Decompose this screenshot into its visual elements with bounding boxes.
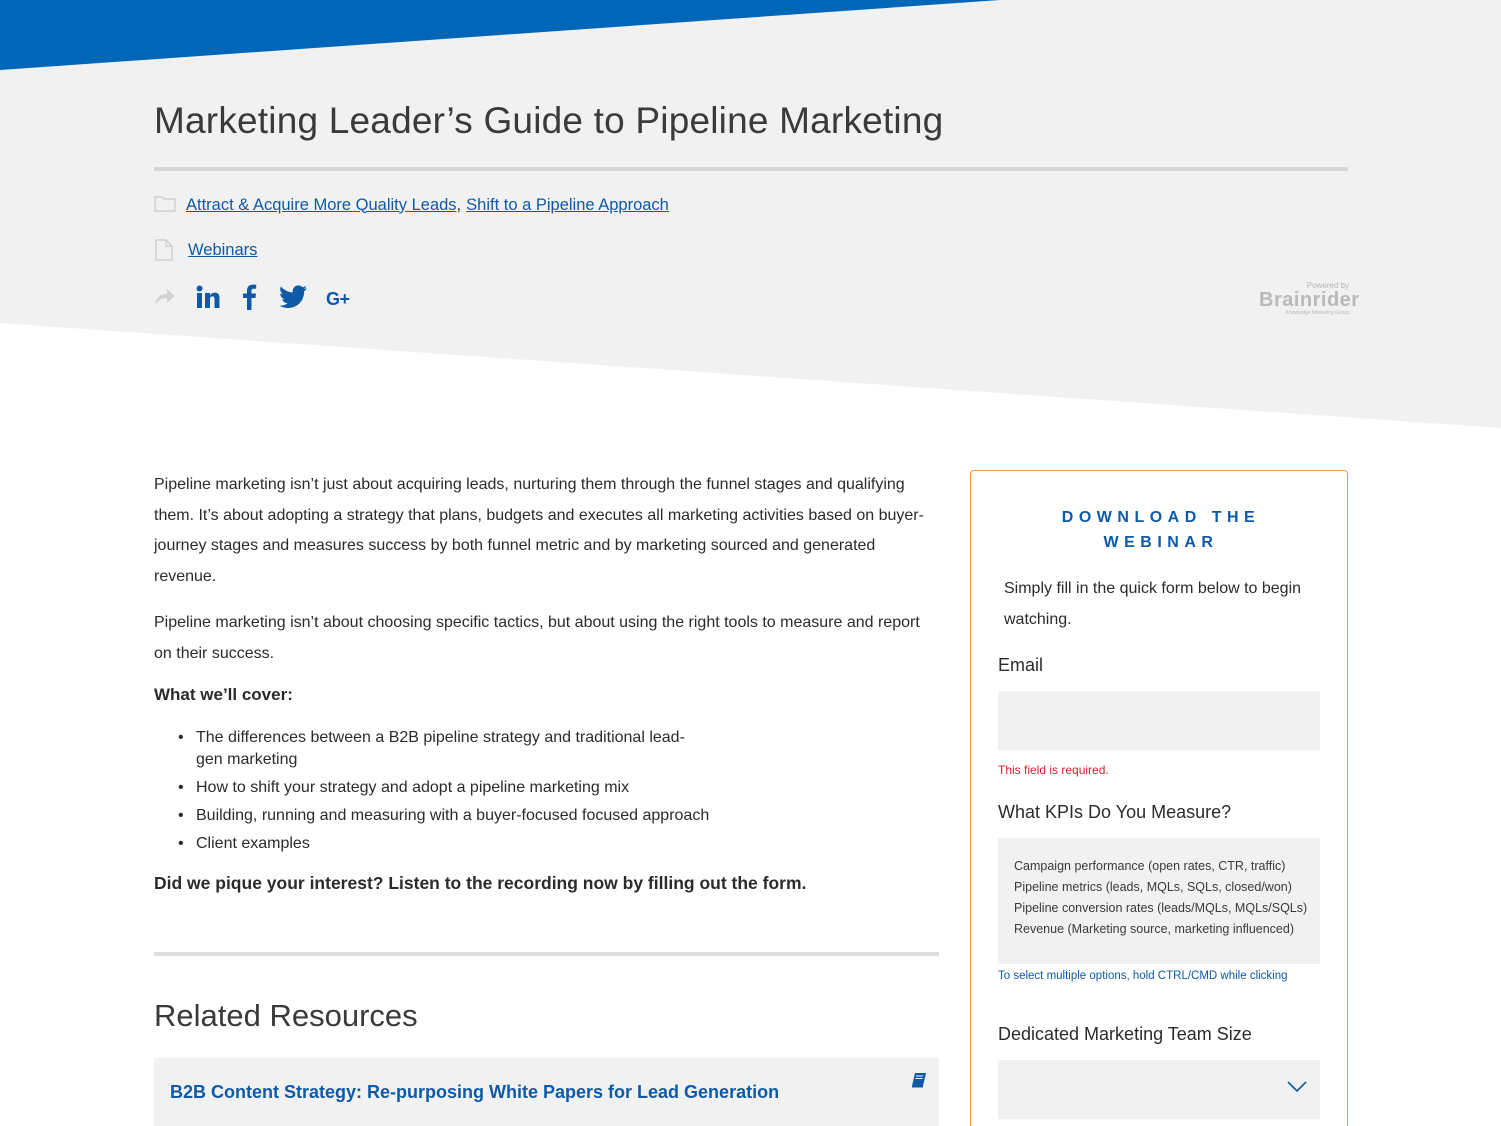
list-item: Client examples bbox=[178, 833, 698, 855]
twitter-icon[interactable] bbox=[279, 285, 308, 314]
type-link-webinars[interactable]: Webinars bbox=[188, 241, 257, 260]
kpi-help-text: To select multiple options, hold CTRL/CM… bbox=[998, 970, 1288, 982]
brand-logo: Powered by Brainrider Knowledge Marketin… bbox=[1259, 281, 1360, 316]
email-error-message: This field is required. bbox=[998, 763, 1109, 777]
section-divider bbox=[154, 952, 939, 956]
title-divider bbox=[154, 167, 1348, 171]
related-resource-link[interactable]: B2B Content Strategy: Re-purposing White… bbox=[170, 1082, 779, 1103]
folder-icon bbox=[154, 194, 176, 216]
category-row: Attract & Acquire More Quality Leads , S… bbox=[154, 194, 669, 216]
kpi-multiselect[interactable]: Campaign performance (open rates, CTR, t… bbox=[998, 838, 1320, 964]
related-resource-card[interactable]: B2B Content Strategy: Re-purposing White… bbox=[154, 1058, 939, 1126]
hero-background bbox=[0, 0, 1501, 428]
list-item: The differences between a B2B pipeline s… bbox=[178, 727, 698, 771]
chevron-down-icon bbox=[1286, 1080, 1308, 1099]
kpi-option[interactable]: Campaign performance (open rates, CTR, t… bbox=[1014, 856, 1304, 877]
webinar-form: DOWNLOAD THE WEBINAR Simply fill in the … bbox=[970, 470, 1348, 1126]
form-intro: Simply fill in the quick form below to b… bbox=[1004, 580, 1302, 628]
intro-paragraph: Pipeline marketing isn’t just about acqu… bbox=[154, 476, 924, 585]
share-bar: G+ bbox=[154, 284, 368, 315]
kpi-option[interactable]: Revenue (Marketing source, marketing inf… bbox=[1014, 919, 1304, 940]
cover-heading: What we’ll cover: bbox=[154, 685, 293, 704]
form-heading: DOWNLOAD THE WEBINAR bbox=[1061, 509, 1261, 551]
share-arrow-icon bbox=[154, 288, 176, 311]
google-plus-icon[interactable]: G+ bbox=[326, 289, 350, 310]
email-field[interactable] bbox=[998, 691, 1320, 750]
team-size-select[interactable] bbox=[998, 1060, 1320, 1119]
kpi-option[interactable]: Pipeline conversion rates (leads/MQLs, M… bbox=[1014, 898, 1307, 919]
cta-text: Did we pique your interest? Listen to th… bbox=[154, 873, 807, 893]
kpi-option[interactable]: Pipeline metrics (leads, MQLs, SQLs, clo… bbox=[1014, 877, 1304, 898]
category-separator: , bbox=[456, 195, 462, 214]
book-icon bbox=[911, 1072, 927, 1093]
kpi-label: What KPIs Do You Measure? bbox=[998, 802, 1232, 822]
page-title: Marketing Leader’s Guide to Pipeline Mar… bbox=[154, 100, 944, 141]
list-item: How to shift your strategy and adopt a p… bbox=[178, 777, 778, 799]
list-item: Building, running and measuring with a b… bbox=[178, 805, 778, 827]
facebook-icon[interactable] bbox=[238, 284, 262, 315]
intro-paragraph: Pipeline marketing isn’t about choosing … bbox=[154, 614, 920, 662]
team-size-label: Dedicated Marketing Team Size bbox=[998, 1024, 1252, 1044]
document-icon bbox=[154, 239, 176, 261]
cover-list: The differences between a B2B pipeline s… bbox=[178, 727, 939, 855]
category-link-attract[interactable]: Attract & Acquire More Quality Leads bbox=[186, 196, 457, 215]
type-row: Webinars bbox=[154, 239, 257, 261]
related-resources-title: Related Resources bbox=[154, 998, 418, 1033]
linkedin-icon[interactable] bbox=[196, 285, 220, 314]
category-link-pipeline[interactable]: Shift to a Pipeline Approach bbox=[466, 196, 669, 215]
email-label: Email bbox=[998, 655, 1044, 675]
article-body: Pipeline marketing isn’t just about acqu… bbox=[154, 470, 939, 1126]
